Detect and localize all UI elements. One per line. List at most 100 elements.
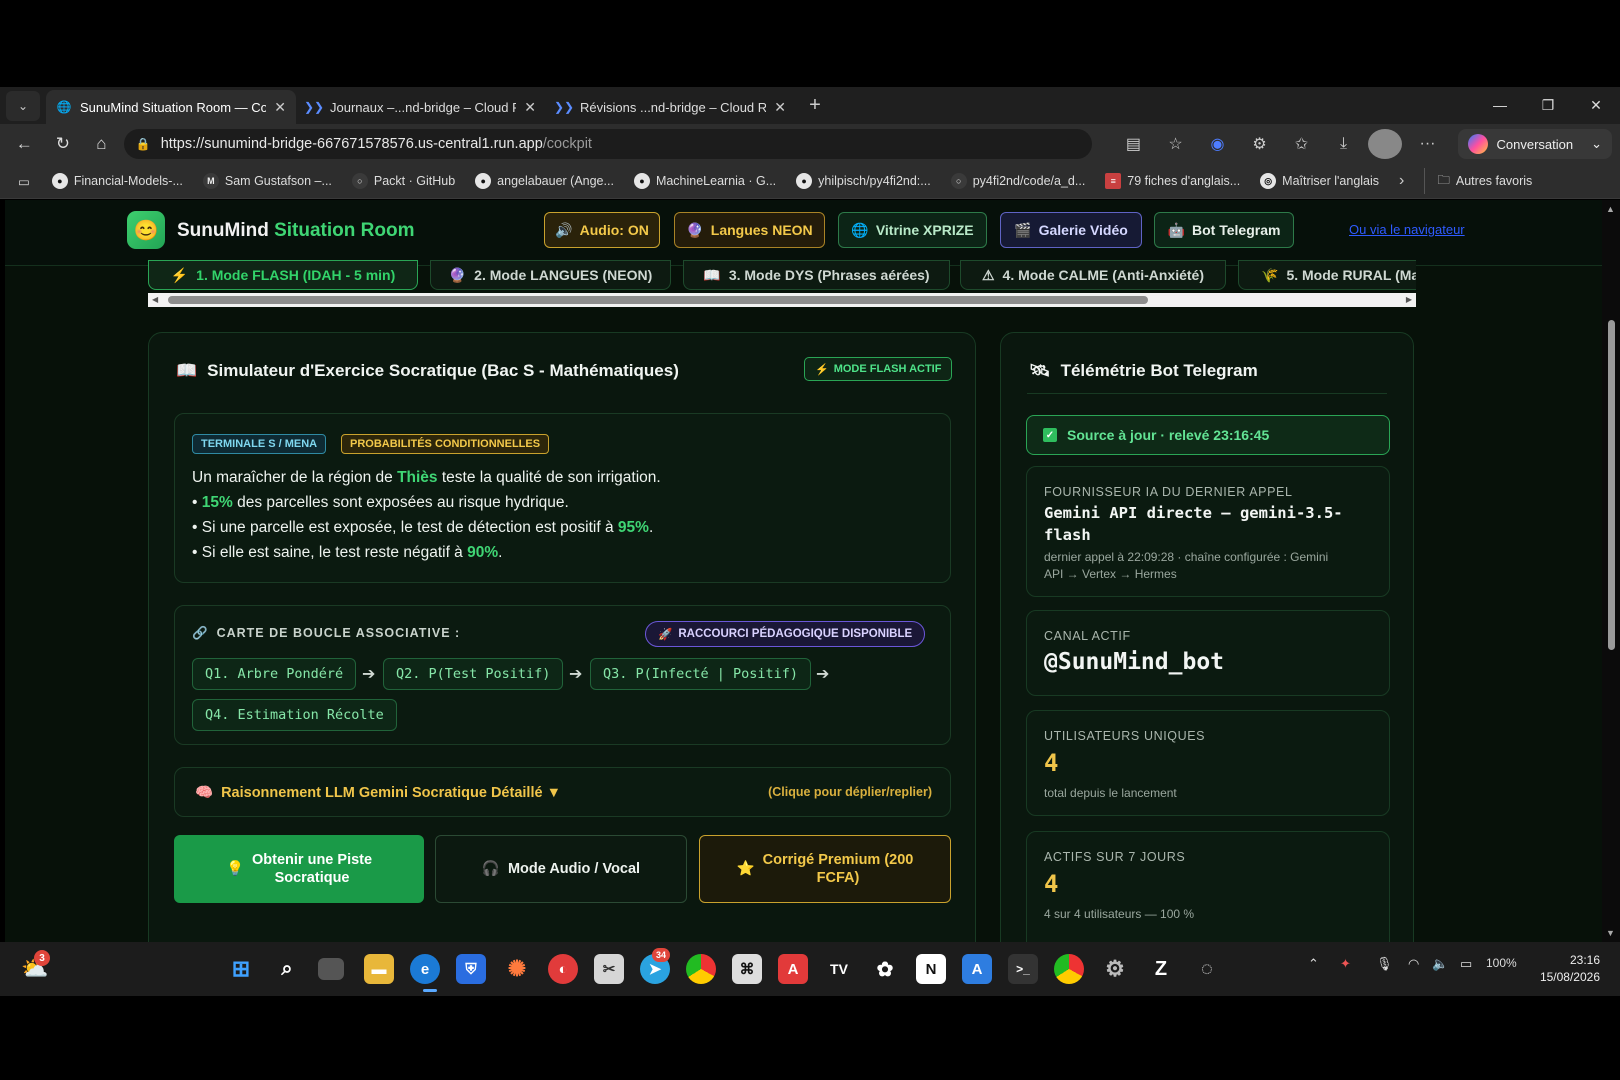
app-icon[interactable]: ◐ bbox=[548, 954, 578, 984]
scrollbar-thumb[interactable] bbox=[168, 296, 1148, 304]
browser-link[interactable]: Ou via le navigateur bbox=[1349, 222, 1465, 237]
downloads-icon[interactable]: ⤓ bbox=[1326, 129, 1360, 159]
snipping-tool-icon[interactable]: ✂ bbox=[594, 954, 624, 984]
edge-icon[interactable]: e bbox=[410, 954, 440, 984]
source-status: ✓ Source à jour · relevé 23:16:45 bbox=[1026, 415, 1390, 455]
scroll-left-icon[interactable]: ◀ bbox=[152, 295, 158, 304]
browser-tab-journaux[interactable]: ❯❯ Journaux –...nd-bridge – Cloud Ru ✕ bbox=[296, 90, 546, 124]
logo-icon: 😊 bbox=[127, 211, 165, 249]
terminal-icon[interactable]: >_ bbox=[1008, 954, 1038, 984]
bookmark-item[interactable]: M Sam Gustafson –... bbox=[195, 168, 340, 194]
galerie-video-button[interactable]: 🎬 Galerie Vidéo bbox=[1000, 212, 1142, 248]
search-icon[interactable]: ⌕ bbox=[272, 954, 302, 984]
satellite-icon: 🛰 bbox=[1029, 361, 1051, 380]
bookmark-item[interactable]: ● MachineLearnia · G... bbox=[626, 168, 784, 194]
battery-icon[interactable]: ▭ bbox=[1460, 956, 1472, 972]
bookmark-item[interactable]: ≡ 79 fiches d'anglais... bbox=[1097, 168, 1248, 194]
back-icon[interactable]: ← bbox=[8, 129, 41, 159]
bookmark-item[interactable]: ○ py4fi2nd/code/a_d... bbox=[943, 168, 1094, 194]
check-icon: ✓ bbox=[1043, 428, 1057, 442]
assistant-icon[interactable]: ◌ bbox=[1192, 954, 1222, 984]
github-desktop-icon[interactable]: ⌘ bbox=[732, 954, 762, 984]
tradingview-icon[interactable]: TV bbox=[824, 954, 854, 984]
langues-neon-button[interactable]: 🔮 Langues NEON bbox=[674, 212, 825, 248]
store-icon[interactable]: A bbox=[962, 954, 992, 984]
favorites-icon[interactable]: ✩ bbox=[1284, 129, 1318, 159]
get-hint-button[interactable]: 💡 Obtenir une Piste Socratique bbox=[174, 835, 424, 903]
copilot-button[interactable]: Conversation ⌄ bbox=[1458, 129, 1612, 159]
minimize-icon[interactable]: — bbox=[1476, 97, 1524, 114]
settings-gear-icon[interactable]: ⚙ bbox=[1100, 954, 1130, 984]
bookmark-item[interactable]: ● angelabauer (Ange... bbox=[467, 168, 622, 194]
home-icon[interactable]: ⌂ bbox=[85, 129, 118, 159]
microphone-icon[interactable]: 🎙 bbox=[1376, 956, 1393, 972]
more-menu-icon[interactable]: ··· bbox=[1410, 129, 1444, 159]
loop-step-q2[interactable]: Q2. P(Test Positif) bbox=[383, 658, 564, 690]
close-tab-icon[interactable]: ✕ bbox=[524, 99, 536, 116]
tab-mode-flash[interactable]: ⚡ 1. Mode FLASH (IDAH - 5 min) bbox=[148, 260, 418, 290]
bookmark-item[interactable]: ◎ Maîtriser l'anglais bbox=[1252, 168, 1387, 194]
loop-step-q4[interactable]: Q4. Estimation Récolte bbox=[192, 699, 397, 731]
scroll-up-icon[interactable]: ▲ bbox=[1606, 204, 1615, 214]
chevron-down-icon: ⌄ bbox=[1591, 136, 1602, 151]
provider-label: FOURNISSEUR IA DU DERNIER APPEL bbox=[1044, 485, 1293, 499]
scrollbar-thumb[interactable] bbox=[1608, 320, 1615, 650]
dropbox-icon[interactable]: ✦ bbox=[1340, 956, 1351, 972]
restore-icon[interactable]: ❐ bbox=[1524, 97, 1572, 114]
pdf-icon[interactable]: A bbox=[778, 954, 808, 984]
tab-mode-langues[interactable]: 🔮 2. Mode LANGUES (NEON) bbox=[430, 260, 671, 290]
reader-mode-icon[interactable]: ▤ bbox=[1116, 129, 1150, 159]
loop-step-q1[interactable]: Q1. Arbre Pondéré bbox=[192, 658, 357, 690]
loop-step-q3[interactable]: Q3. P(Infecté | Positif) bbox=[590, 658, 812, 690]
shield-icon[interactable]: ⛨ bbox=[456, 954, 486, 984]
vitrine-xprize-button[interactable]: 🌐 Vitrine XPRIZE bbox=[838, 212, 987, 248]
url-input[interactable]: 🔒 https://sunumind-bridge-667671578576.u… bbox=[123, 129, 1093, 159]
chatgpt-icon[interactable]: ✿ bbox=[870, 954, 900, 984]
vertical-scrollbar[interactable]: ▲ ▼ bbox=[1602, 200, 1620, 942]
web-page: 😊 SunuMind Situation Room 🔊 Audio: ON 🔮 La… bbox=[5, 200, 1602, 942]
bookmark-item[interactable]: ● yhilpisch/py4fi2nd:... bbox=[788, 168, 939, 194]
globe-icon: 🌐 bbox=[851, 221, 869, 238]
scroll-down-icon[interactable]: ▼ bbox=[1606, 928, 1615, 938]
file-explorer-icon[interactable]: ▬ bbox=[364, 954, 394, 984]
refresh-icon[interactable]: ↻ bbox=[47, 129, 80, 159]
volume-icon[interactable]: 🔈 bbox=[1432, 956, 1448, 972]
close-tab-icon[interactable]: ✕ bbox=[774, 99, 786, 116]
other-favorites-folder[interactable]: 🗀 Autres favoris bbox=[1424, 168, 1540, 194]
windows-start-icon[interactable]: ⊞ bbox=[226, 954, 256, 984]
tab-mode-calme[interactable]: ⚠ 4. Mode CALME (Anti-Anxiété) bbox=[960, 260, 1226, 290]
z-app-icon[interactable]: Z bbox=[1146, 954, 1176, 984]
bookmark-item[interactable]: ○ Packt · GitHub bbox=[344, 168, 463, 194]
tab-actions-menu-icon[interactable]: ⌄ bbox=[6, 90, 40, 121]
extension-icon[interactable]: ◉ bbox=[1200, 129, 1234, 159]
claude-icon[interactable]: ✺ bbox=[502, 954, 532, 984]
audio-mode-button[interactable]: 🎧 Mode Audio / Vocal bbox=[435, 835, 687, 903]
audio-toggle-button[interactable]: 🔊 Audio: ON bbox=[544, 212, 660, 248]
favorite-star-icon[interactable]: ☆ bbox=[1158, 129, 1192, 159]
premium-correction-button[interactable]: ⭐ Corrigé Premium (200 FCFA) bbox=[699, 835, 951, 903]
chevron-right-icon[interactable]: › bbox=[1393, 172, 1410, 190]
wifi-icon[interactable]: ◠ bbox=[1408, 956, 1419, 972]
tab-mode-dys[interactable]: 📖 3. Mode DYS (Phrases aérées) bbox=[683, 260, 950, 290]
system-clock[interactable]: 23:16 15/08/2026 bbox=[1540, 952, 1600, 987]
sidebar-toggle-icon[interactable]: ▭ bbox=[8, 168, 40, 194]
task-view-icon[interactable] bbox=[318, 958, 344, 980]
close-window-icon[interactable]: ✕ bbox=[1572, 97, 1620, 114]
chrome-icon[interactable] bbox=[1054, 954, 1084, 984]
browser-tab-revisions[interactable]: ❯❯ Révisions ...nd-bridge – Cloud Run ✕ bbox=[546, 90, 796, 124]
tab-mode-rural[interactable]: 🌾 5. Mode RURAL (Ma bbox=[1238, 260, 1416, 290]
profile-icon[interactable] bbox=[1368, 129, 1403, 159]
bot-telegram-button[interactable]: 🤖 Bot Telegram bbox=[1154, 212, 1294, 248]
new-tab-icon[interactable]: + bbox=[800, 94, 830, 117]
reasoning-toggle[interactable]: 🧠 Raisonnement LLM Gemini Socratique Déta… bbox=[174, 767, 951, 817]
chrome-icon[interactable] bbox=[686, 954, 716, 984]
shortcut-badge[interactable]: 🚀 RACCOURCI PÉDAGOGIQUE DISPONIBLE bbox=[645, 621, 926, 647]
bookmark-item[interactable]: ● Financial-Models-... bbox=[44, 168, 191, 194]
extensions-puzzle-icon[interactable]: ⚙ bbox=[1242, 129, 1276, 159]
browser-tab-cockpit[interactable]: 🌐 SunuMind Situation Room — Cock ✕ bbox=[46, 90, 296, 124]
chevron-up-icon[interactable]: ⌃ bbox=[1308, 956, 1319, 972]
notion-icon[interactable]: N bbox=[916, 954, 946, 984]
scroll-right-icon[interactable]: ▶ bbox=[1406, 295, 1412, 304]
close-tab-icon[interactable]: ✕ bbox=[274, 99, 286, 116]
horizontal-scrollbar[interactable]: ◀ ▶ bbox=[148, 293, 1416, 307]
